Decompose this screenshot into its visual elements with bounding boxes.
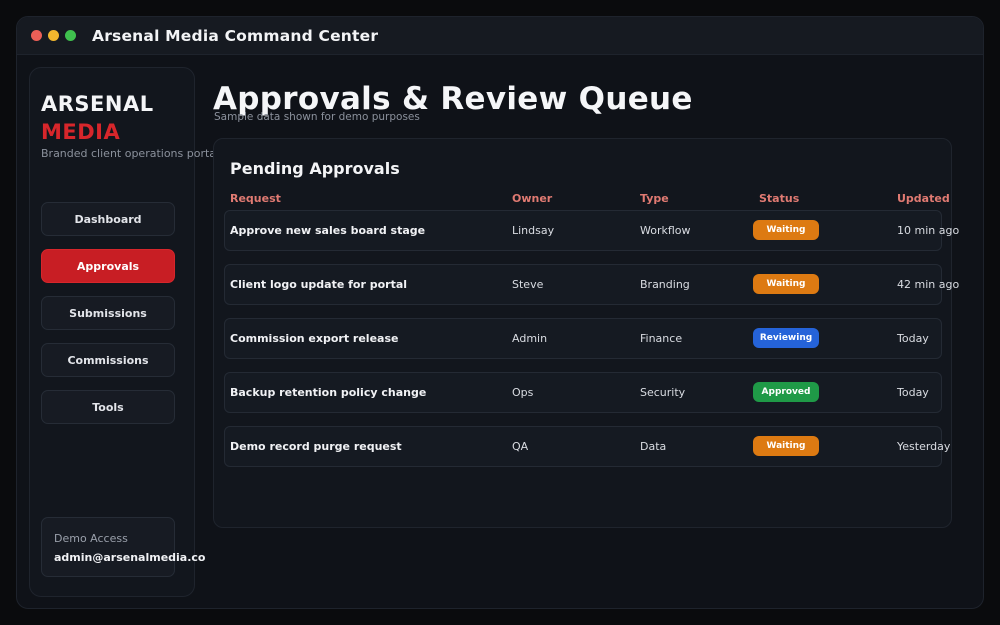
type-cell: Branding bbox=[640, 278, 690, 291]
maximize-window-button[interactable] bbox=[65, 30, 76, 41]
pending-approvals-panel: Pending Approvals Request Owner Type Sta… bbox=[213, 138, 959, 528]
brand-name-line2: MEDIA bbox=[41, 120, 121, 144]
updated-cell: Today bbox=[897, 332, 929, 345]
table-row[interactable]: Demo record purge request QA Data Waitin… bbox=[224, 426, 950, 467]
close-window-button[interactable] bbox=[31, 30, 42, 41]
column-header-owner[interactable]: Owner bbox=[512, 192, 552, 205]
table-row[interactable]: Client logo update for portal Steve Bran… bbox=[224, 264, 959, 305]
type-cell: Finance bbox=[640, 332, 683, 345]
updated-cell: 42 min ago bbox=[897, 278, 960, 291]
brand-tagline: Branded client operations portal bbox=[41, 147, 220, 160]
owner-cell: Admin bbox=[512, 332, 548, 345]
column-header-status[interactable]: Status bbox=[759, 192, 799, 205]
type-cell: Security bbox=[640, 386, 686, 399]
owner-cell: Steve bbox=[512, 278, 544, 291]
brand-name-line1: ARSENAL bbox=[41, 92, 154, 116]
request-cell: Client logo update for portal bbox=[230, 278, 408, 291]
request-cell: Backup retention policy change bbox=[230, 386, 427, 399]
panel-title: Pending Approvals bbox=[230, 159, 400, 178]
updated-cell: Today bbox=[897, 386, 929, 399]
type-cell: Workflow bbox=[640, 224, 691, 237]
column-header-request[interactable]: Request bbox=[230, 192, 281, 205]
status-badge: Approved bbox=[753, 382, 819, 402]
status-badge: Waiting bbox=[753, 220, 819, 240]
sidebar: ARSENAL MEDIA Branded client operations … bbox=[29, 67, 219, 597]
table-row[interactable]: Commission export release Admin Finance … bbox=[224, 318, 942, 359]
owner-cell: QA bbox=[512, 440, 529, 453]
nav-item-approvals[interactable]: Approvals bbox=[41, 249, 175, 283]
table-row[interactable]: Approve new sales board stage Lindsay Wo… bbox=[224, 210, 959, 251]
title-bar: Arsenal Media Command Center bbox=[17, 17, 983, 55]
window-title: Arsenal Media Command Center bbox=[92, 26, 379, 45]
owner-cell: Lindsay bbox=[512, 224, 555, 237]
nav-item-dashboard[interactable]: Dashboard bbox=[41, 202, 175, 236]
demo-access-email: admin@arsenalmedia.co bbox=[54, 551, 206, 564]
window-controls bbox=[31, 30, 76, 41]
owner-cell: Ops bbox=[512, 386, 534, 399]
nav-item-tools[interactable]: Tools bbox=[41, 390, 175, 424]
nav-item-commissions[interactable]: Commissions bbox=[41, 343, 175, 377]
table-row[interactable]: Backup retention policy change Ops Secur… bbox=[224, 372, 942, 413]
nav-item-submissions[interactable]: Submissions bbox=[41, 296, 175, 330]
request-cell: Commission export release bbox=[230, 332, 399, 345]
minimize-window-button[interactable] bbox=[48, 30, 59, 41]
updated-cell: Yesterday bbox=[897, 440, 951, 453]
column-header-updated[interactable]: Updated bbox=[897, 192, 950, 205]
status-badge: Reviewing bbox=[753, 328, 819, 348]
app-window: Arsenal Media Command Center ARSENAL MED… bbox=[16, 16, 984, 609]
status-badge: Waiting bbox=[753, 436, 819, 456]
updated-cell: 10 min ago bbox=[897, 224, 960, 237]
type-cell: Data bbox=[640, 440, 667, 453]
demo-access-label: Demo Access bbox=[54, 532, 128, 545]
status-badge: Waiting bbox=[753, 274, 819, 294]
column-header-type[interactable]: Type bbox=[640, 192, 669, 205]
request-cell: Demo record purge request bbox=[230, 440, 402, 453]
request-cell: Approve new sales board stage bbox=[230, 224, 426, 237]
page-subtitle: Sample data shown for demo purposes bbox=[214, 111, 420, 123]
demo-access-card: Demo Access admin@arsenalmedia.co bbox=[41, 517, 206, 577]
